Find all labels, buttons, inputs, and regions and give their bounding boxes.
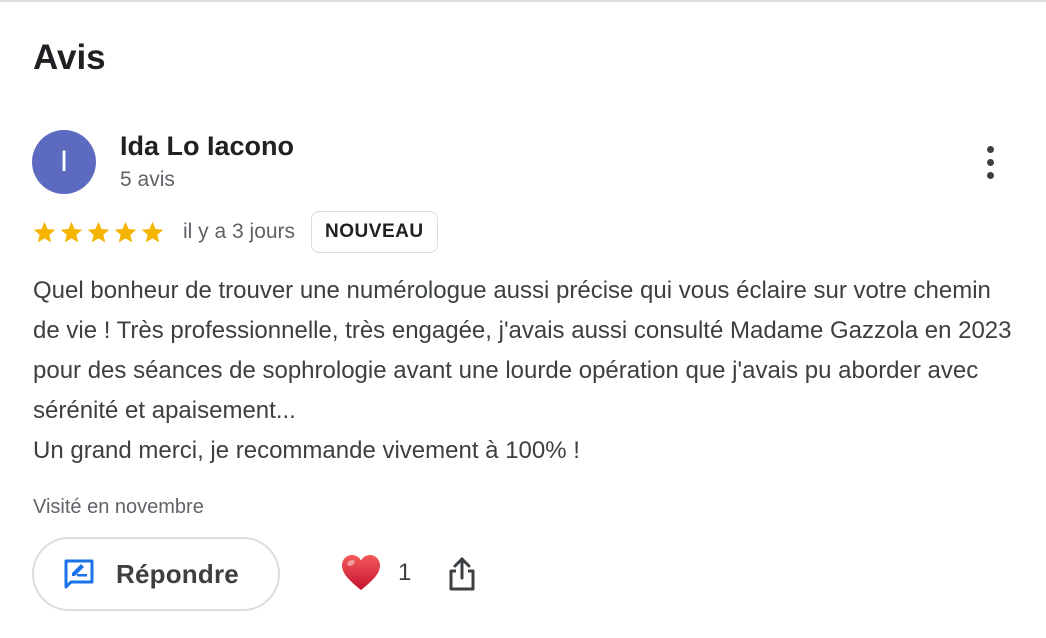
author-review-count: 5 avis [120, 168, 175, 191]
heart-icon [342, 555, 380, 590]
review-paragraph: Un grand merci, je recommande vivement à… [33, 437, 580, 464]
visited-date: Visité en novembre [33, 496, 204, 518]
share-button[interactable] [444, 552, 480, 596]
star-icon [114, 221, 137, 242]
author-name[interactable]: Ida Lo Iacono [120, 130, 294, 162]
edit-reply-icon [64, 559, 94, 589]
star-rating [32, 220, 165, 245]
like-count: 1 [398, 559, 412, 586]
more-options-button[interactable] [970, 140, 1010, 184]
rating-row: il y a 3 jours NOUVEAU [32, 211, 438, 253]
star-icon [141, 221, 164, 242]
review-paragraph: Quel bonheur de trouver une numérologue … [33, 277, 1012, 424]
share-icon [449, 557, 475, 591]
reply-button[interactable]: Répondre [32, 537, 280, 611]
star-icon [87, 221, 110, 242]
top-divider [0, 0, 1046, 2]
star-icon [33, 221, 56, 242]
new-badge: NOUVEAU [311, 211, 438, 253]
more-vert-icon [986, 145, 994, 153]
avatar[interactable]: I [32, 130, 96, 194]
avatar-initial: I [59, 145, 69, 178]
section-title: Avis [33, 38, 106, 77]
reply-button-label: Répondre [116, 558, 239, 589]
like-button[interactable]: 1 [340, 551, 411, 595]
star-icon [60, 221, 83, 242]
review-date: il y a 3 jours [183, 220, 296, 243]
review-text: Quel bonheur de trouver une numérologue … [33, 271, 1023, 471]
more-vert-icon-dot [986, 171, 994, 179]
more-vert-icon-dot [986, 158, 994, 166]
